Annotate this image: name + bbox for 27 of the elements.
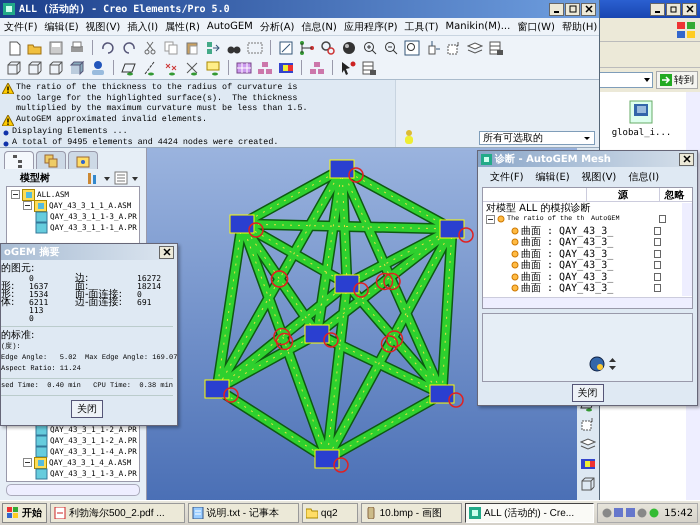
stat-label: 边-面连接: — [75, 297, 122, 308]
window-title: ALL (活动的) - Creo Elements/Pro 5.0 — [19, 2, 231, 16]
dialog-title: 诊断 - AutoGEM Mesh — [495, 152, 612, 166]
stat-value: 0 — [29, 315, 35, 323]
message-text: A total of 9495 elements and 4424 nodes were created. — [12, 136, 278, 147]
clock: 15:42 — [664, 508, 693, 518]
message-text: AutoGEM approximated invalid elements. — [16, 114, 207, 124]
stat-label: 面: — [75, 281, 88, 292]
stat-value: 1534 — [29, 291, 50, 299]
message-text: Displaying Elements ... — [12, 126, 128, 136]
message-text: The ratio of the thickness to the radius of curvature is too large for the highlighted surface(s). The thickness multiplied by the maximum curvature must be less than 1.5. — [16, 82, 308, 114]
stat-value: 18214 — [137, 283, 162, 291]
panel-title: 模型树 — [18, 172, 51, 184]
stat-label: 形: — [1, 289, 14, 300]
section-heading: 的标准: — [1, 329, 36, 342]
section-heading: 的图元: — [1, 262, 36, 275]
stat-value: 6211 — [29, 299, 50, 307]
stat-value: 113 — [29, 307, 44, 315]
stat-value: 0 — [29, 275, 35, 283]
stat-label: 边: — [75, 273, 88, 284]
stat-value: 0 — [137, 291, 143, 299]
dialog-title: oGEM 摘要 — [4, 245, 60, 259]
stat-value: 16272 — [137, 275, 162, 283]
stat-value: 1637 — [29, 283, 50, 291]
stat-label: 体: — [1, 297, 14, 308]
stat-label: 面-面连接: — [75, 289, 122, 300]
stat-value: 691 — [137, 299, 152, 307]
